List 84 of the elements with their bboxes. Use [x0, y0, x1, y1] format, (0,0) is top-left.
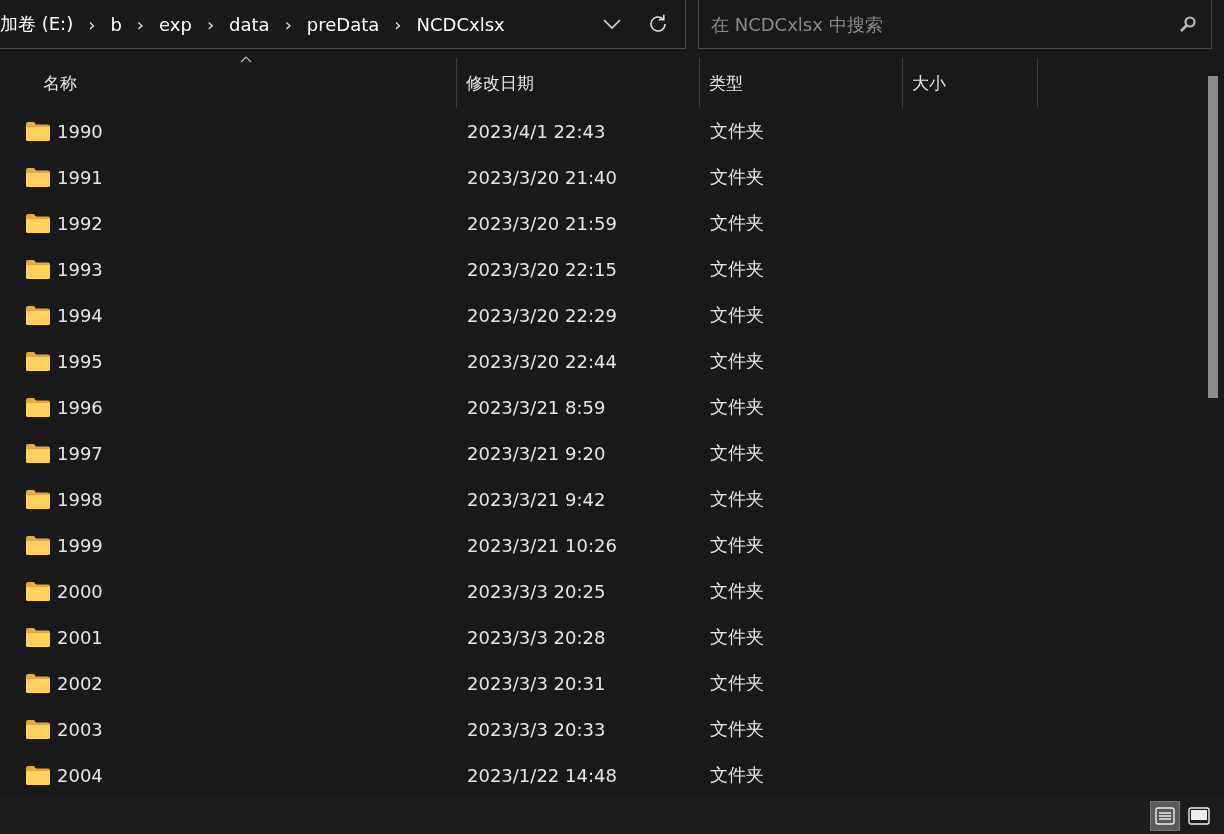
- breadcrumb-separator: ›: [394, 13, 402, 35]
- file-name[interactable]: 1995: [57, 350, 103, 372]
- date-cell-text: 2023/3/20 21:40: [466, 166, 618, 188]
- search-field[interactable]: 在 NCDCxlsx 中搜索: [698, 0, 1212, 49]
- type-cell-text: 文件夹: [709, 441, 765, 465]
- column-header[interactable]: 类型: [700, 58, 903, 108]
- column-header[interactable]: 名称: [0, 58, 457, 108]
- list-view-icon: [1155, 807, 1175, 825]
- folder-icon: [26, 167, 50, 187]
- file-name[interactable]: 1993: [57, 258, 103, 280]
- date-cell-text: 2023/3/3 20:25: [466, 580, 607, 602]
- breadcrumb-separator: ›: [88, 13, 96, 35]
- file-name[interactable]: 1992: [57, 212, 103, 234]
- search-input[interactable]: 在 NCDCxlsx 中搜索: [709, 12, 1179, 36]
- folder-icon: [26, 259, 50, 279]
- file-name[interactable]: 1996: [57, 396, 103, 418]
- date-cell-text: 2023/3/3 20:28: [466, 626, 607, 648]
- chevron-down-icon: [603, 19, 621, 29]
- type-cell-text: 文件夹: [709, 671, 765, 695]
- file-name[interactable]: 2004: [57, 764, 103, 786]
- folder-icon: [26, 305, 50, 325]
- date-cell-text: 2023/1/22 14:48: [466, 764, 618, 786]
- folder-icon: [26, 351, 50, 371]
- breadcrumb-separator: ›: [136, 13, 145, 35]
- type-cell-text: 文件夹: [709, 349, 765, 373]
- date-cell-text: 2023/3/21 9:42: [466, 488, 607, 510]
- type-cell-text: 文件夹: [709, 625, 765, 649]
- date-cell-text: 2023/3/20 22:29: [466, 304, 618, 326]
- file-name[interactable]: 1997: [57, 442, 103, 464]
- refresh-icon: [647, 13, 669, 35]
- file-name[interactable]: 1998: [57, 488, 103, 510]
- preview-pane-icon: [1188, 807, 1210, 825]
- date-cell-text: 2023/3/21 8:59: [466, 396, 607, 418]
- type-cell-text: 文件夹: [709, 119, 765, 143]
- file-name[interactable]: 1999: [57, 534, 103, 556]
- type-cell-text: 文件夹: [709, 257, 765, 281]
- breadcrumb-item[interactable]: 加卷 (E:): [0, 12, 74, 36]
- date-cell-text: 2023/3/21 10:26: [466, 534, 618, 556]
- column-header[interactable]: 修改日期: [457, 58, 700, 108]
- date-cell-text: 2023/3/3 20:33: [466, 718, 607, 740]
- type-cell-text: 文件夹: [709, 303, 765, 327]
- breadcrumb-separator: ›: [206, 13, 215, 35]
- type-cell-text: 文件夹: [709, 487, 765, 511]
- breadcrumb-item[interactable]: b: [110, 13, 122, 35]
- file-name[interactable]: 1991: [57, 166, 103, 188]
- column-header[interactable]: 大小: [903, 58, 1038, 108]
- search-icon: [1179, 15, 1197, 33]
- file-name[interactable]: 2003: [57, 718, 103, 740]
- folder-icon: [26, 673, 50, 693]
- type-cell-text: 文件夹: [709, 579, 765, 603]
- date-cell-text: 2023/3/21 9:20: [466, 442, 607, 464]
- type-cell-text: 文件夹: [709, 211, 765, 235]
- type-cell-text: 文件夹: [709, 717, 765, 741]
- folder-icon: [26, 443, 50, 463]
- type-cell-text: 文件夹: [709, 533, 765, 557]
- breadcrumb-item[interactable]: NCDCxlsx: [416, 13, 505, 35]
- type-cell-text: 文件夹: [709, 165, 765, 189]
- file-name[interactable]: 1994: [57, 304, 103, 326]
- date-cell-text: 2023/3/20 22:15: [466, 258, 618, 280]
- file-name[interactable]: 2001: [57, 626, 103, 648]
- file-name[interactable]: 2002: [57, 672, 103, 694]
- breadcrumb-separator: ›: [284, 13, 292, 35]
- folder-icon: [26, 121, 50, 141]
- folder-icon: [26, 489, 50, 509]
- type-cell-text: 文件夹: [709, 395, 765, 419]
- folder-icon: [26, 213, 50, 233]
- folder-icon: [26, 627, 50, 647]
- sort-caret-icon: [240, 56, 252, 63]
- date-cell-text: 2023/3/20 21:59: [466, 212, 618, 234]
- folder-icon: [26, 765, 50, 785]
- breadcrumb-item[interactable]: data: [229, 13, 270, 35]
- folder-icon: [26, 535, 50, 555]
- breadcrumb-item[interactable]: preData: [306, 13, 380, 35]
- breadcrumb-item[interactable]: exp: [159, 13, 192, 35]
- file-name[interactable]: 2000: [57, 580, 103, 602]
- folder-icon: [26, 581, 50, 601]
- folder-icon: [26, 397, 50, 417]
- date-cell-text: 2023/4/1 22:43: [466, 120, 607, 142]
- date-cell-text: 2023/3/3 20:31: [466, 672, 607, 694]
- folder-icon: [26, 719, 50, 739]
- scrollbar-thumb[interactable]: [1208, 76, 1218, 398]
- file-name[interactable]: 1990: [57, 120, 103, 142]
- date-cell-text: 2023/3/20 22:44: [466, 350, 618, 372]
- type-cell-text: 文件夹: [709, 763, 765, 787]
